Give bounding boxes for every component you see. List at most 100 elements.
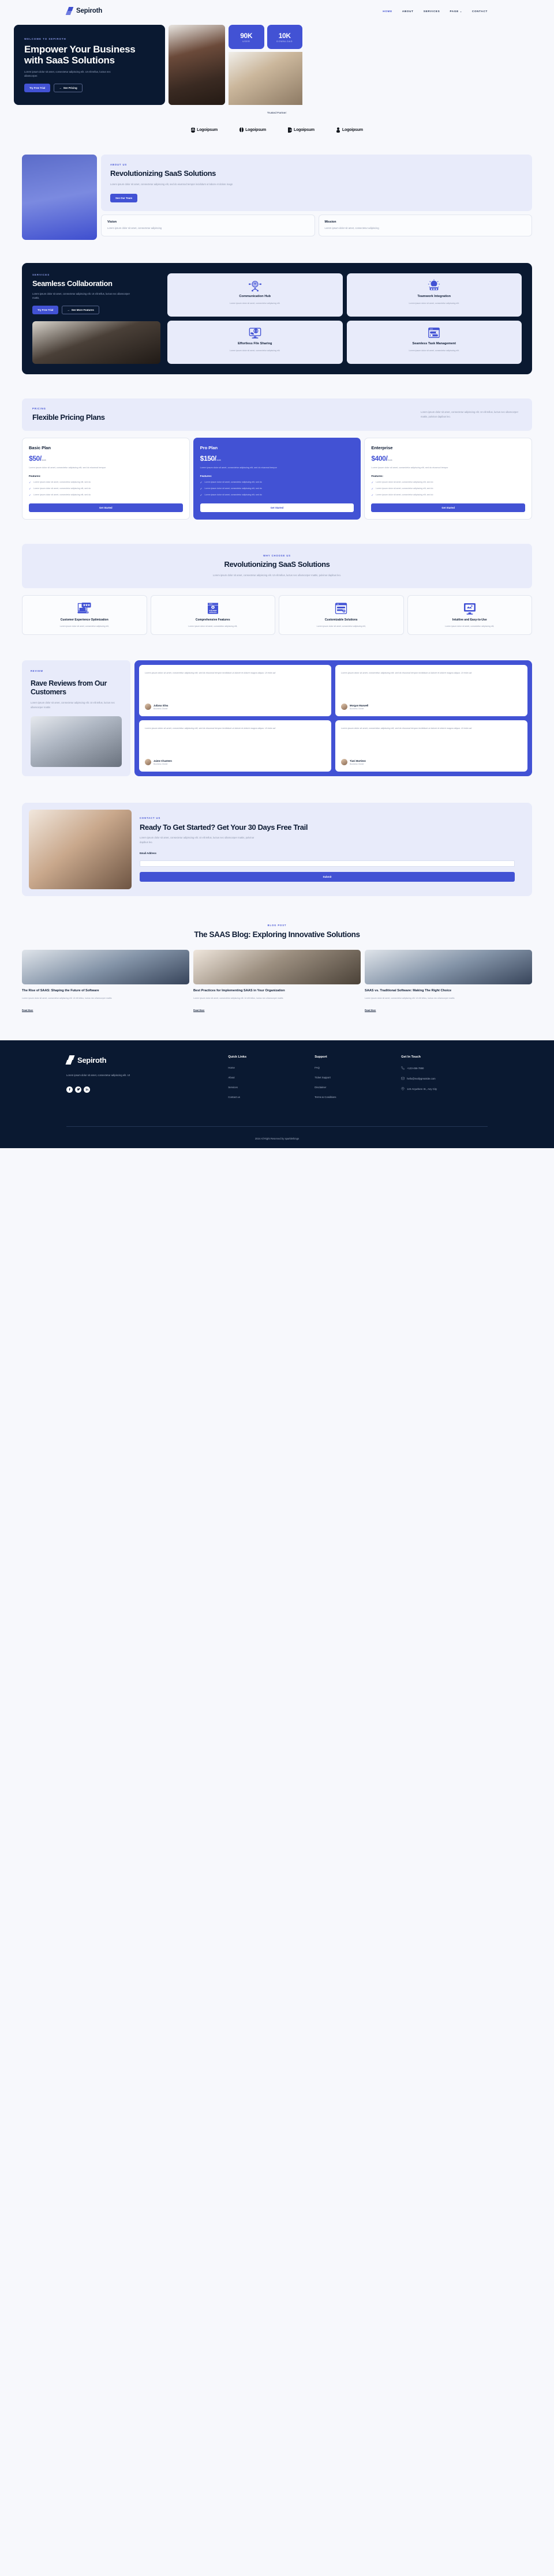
read-more-link[interactable]: Read More bbox=[365, 1009, 376, 1011]
footer-brand-block: Sepiroth Lorem ipsum dolor sit amet, con… bbox=[65, 1055, 228, 1105]
nav-item-home[interactable]: HOME bbox=[383, 10, 392, 13]
logo-mark-3-icon bbox=[288, 127, 292, 133]
why-title: Revolutionizing SaaS Solutions bbox=[224, 560, 330, 569]
testimonial-card: Lorem ipsum dolor sit amet, consectetur … bbox=[335, 665, 527, 717]
reviews-body: Lorem ipsum dolor sit amet, consectetur … bbox=[31, 701, 115, 709]
service-card-communication-hub[interactable]: Communication Hub Lorem ipsum dolor sit … bbox=[167, 273, 343, 317]
services-eyebrow: SERVICES bbox=[32, 273, 50, 276]
footer-link-about[interactable]: About bbox=[228, 1076, 315, 1079]
plan-feature: ✓ Lorem ipsum dolor sit amet, consectetur… bbox=[29, 487, 91, 491]
why-choose-us-band: WHY CHOOSE US Revolutionizing SaaS Solut… bbox=[22, 544, 532, 588]
hero-see-pricing-button[interactable]: → See Pricing bbox=[54, 83, 83, 92]
blog-post-card[interactable]: SAAS vs. Traditional Software: Making Th… bbox=[365, 950, 532, 1014]
mail-icon bbox=[401, 1077, 405, 1080]
location-icon bbox=[401, 1087, 405, 1090]
brand-name: Sepiroth bbox=[76, 7, 103, 14]
hero-section: WELCOME TO SEPIROTH Empower Your Busines… bbox=[0, 25, 554, 105]
service-card-effortless-file-sharing[interactable]: Effortless File Sharing Lorem ipsum dolo… bbox=[167, 320, 343, 364]
hero-eyebrow: WELCOME TO SEPIROTH bbox=[24, 37, 66, 40]
reviews-eyebrow: REVIEW bbox=[31, 670, 43, 673]
about-photo-woman-laptop bbox=[22, 154, 97, 240]
nav-item-page[interactable]: PAGE ⌄ bbox=[450, 10, 462, 13]
stat-card-downloads: 10K DOWNLOAD bbox=[267, 25, 302, 49]
footer-phone[interactable]: +123-456-7890 bbox=[401, 1066, 488, 1070]
footer-link-faq[interactable]: FAQ bbox=[315, 1066, 401, 1069]
why-card-customer-experience[interactable]: Customer Experience Optimization Lorem i… bbox=[22, 595, 147, 635]
pricing-title: Flexible Pricing Plans bbox=[32, 412, 105, 422]
about-card-vision: Vision Lorem ipsum dolor sit amet, conse… bbox=[101, 215, 315, 236]
settings-panel-icon bbox=[207, 603, 218, 614]
facebook-icon[interactable] bbox=[66, 1086, 73, 1093]
pro-get-started-button[interactable]: Get Started bbox=[200, 503, 354, 513]
services-buttons: Try Free Trial → See More Features bbox=[32, 305, 160, 314]
services-copy: SERVICES Seamless Collaboration Lorem ip… bbox=[32, 273, 160, 364]
contact-section: CONTACT US Ready To Get Started? Get You… bbox=[22, 803, 532, 897]
footer-link-contact-us[interactable]: Contact us bbox=[228, 1096, 315, 1099]
nav-item-contact[interactable]: CONTACT bbox=[472, 10, 488, 13]
blog-eyebrow: BLOG POST bbox=[267, 924, 287, 927]
services-body: Lorem ipsum dolor sit amet, consectetur … bbox=[32, 292, 130, 300]
partner-logo-1: Logoipsum bbox=[191, 127, 218, 133]
footer-email[interactable]: hello@reallygreatsite.com bbox=[401, 1077, 488, 1080]
contact-eyebrow: CONTACT US bbox=[140, 817, 161, 820]
nav-item-services[interactable]: SERVICES bbox=[424, 10, 440, 13]
footer-address[interactable]: 123 Anywhere St., Any City bbox=[401, 1087, 488, 1090]
footer-link-terms[interactable]: Terms & Conditions bbox=[315, 1096, 401, 1099]
about-subcards: Vision Lorem ipsum dolor sit amet, conse… bbox=[101, 215, 532, 236]
logo-mark-4-icon bbox=[336, 127, 340, 133]
nav-item-about[interactable]: ABOUT bbox=[402, 10, 414, 13]
email-field-label: Email Address bbox=[140, 851, 156, 855]
hero-photo-woman-smiling bbox=[169, 25, 225, 105]
why-card-intuitive-easy-to-use[interactable]: Intuitive and Easy-to-Use Lorem ipsum do… bbox=[407, 595, 532, 635]
avatar bbox=[145, 704, 151, 710]
reviews-photo-woman-standing bbox=[31, 716, 122, 768]
about-section: ABOUT US Revolutionizing SaaS Solutions … bbox=[0, 154, 554, 240]
footer-link-services[interactable]: Services bbox=[228, 1086, 315, 1089]
see-more-features-button[interactable]: → See More Features bbox=[62, 305, 99, 314]
reviews-title: Rave Reviews from Our Customers bbox=[31, 679, 107, 697]
why-card-customizable-solutions[interactable]: Customizable Solutions Lorem ipsum dolor… bbox=[279, 595, 404, 635]
read-more-link[interactable]: Read More bbox=[22, 1009, 33, 1011]
copyright-text: 2024 All Right Reserved by sparklethings bbox=[254, 1137, 300, 1140]
why-card-comprehensive-features[interactable]: Comprehensive Features Lorem ipsum dolor… bbox=[150, 595, 275, 635]
gears-window-icon bbox=[335, 603, 347, 614]
trusted-partner-label: Trusted Partner: bbox=[267, 111, 287, 115]
hero-stat-row: 90K USER 10K DOWNLOAD bbox=[229, 25, 302, 49]
plan-card-enterprise: Enterprise $400/Month Lorem ipsum dolor … bbox=[364, 437, 533, 520]
hero-try-free-trial-button[interactable]: Try Free Trial bbox=[24, 83, 51, 92]
pricing-cards: Basic Plan $50/Month Lorem ipsum dolor s… bbox=[0, 437, 554, 520]
avatar bbox=[341, 704, 347, 710]
footer-link-disclaimer[interactable]: Disclaimer bbox=[315, 1086, 401, 1089]
footer-link-ticket-support[interactable]: Ticket Support bbox=[315, 1076, 401, 1079]
hero-stats-column: 90K USER 10K DOWNLOAD bbox=[229, 25, 302, 105]
code-monitor-icon bbox=[249, 328, 261, 339]
arrow-right-icon: → bbox=[67, 308, 70, 311]
phone-icon bbox=[401, 1066, 405, 1070]
brand-logo[interactable]: Sepiroth bbox=[65, 6, 103, 16]
footer-divider bbox=[66, 1126, 488, 1127]
twitter-icon[interactable] bbox=[75, 1086, 81, 1093]
plan-feature: ✓ Lorem ipsum dolor sit amet, consectetur… bbox=[200, 487, 262, 491]
linkedin-icon[interactable] bbox=[84, 1086, 90, 1093]
email-input[interactable] bbox=[140, 860, 515, 867]
service-card-seamless-task-management[interactable]: Seamless Task Management Lorem ipsum dol… bbox=[346, 320, 522, 364]
network-hub-icon bbox=[248, 280, 261, 292]
basic-get-started-button[interactable]: Get Started bbox=[29, 503, 183, 513]
footer-logo[interactable]: Sepiroth bbox=[65, 1055, 228, 1065]
top-navigation: Sepiroth HOME ABOUT SERVICES PAGE ⌄ CONTA… bbox=[0, 0, 554, 22]
hero-photo-team-meeting bbox=[229, 52, 302, 105]
footer-link-home[interactable]: Home bbox=[228, 1066, 315, 1069]
services-cards-grid: Communication Hub Lorem ipsum dolor sit … bbox=[167, 273, 522, 364]
about-body: Lorem ipsum dolor sit amet, consectetur … bbox=[110, 182, 233, 186]
submit-button[interactable]: Submit bbox=[140, 871, 515, 882]
avatar bbox=[341, 759, 347, 766]
hero-buttons: Try Free Trial → See Pricing bbox=[24, 83, 155, 92]
enterprise-get-started-button[interactable]: Get Started bbox=[371, 503, 526, 513]
social-links bbox=[66, 1086, 228, 1093]
services-try-free-trial-button[interactable]: Try Free Trial bbox=[32, 305, 59, 314]
blog-post-card[interactable]: The Rise of SAAS: Shaping the Future of … bbox=[22, 950, 189, 1014]
see-our-team-button[interactable]: See Our Team bbox=[110, 194, 138, 203]
blog-post-card[interactable]: Best Practices for Implementing SAAS in … bbox=[193, 950, 361, 1014]
read-more-link[interactable]: Read More bbox=[193, 1009, 204, 1011]
service-card-teamwork-integration[interactable]: Teamwork Integration Lorem ipsum dolor s… bbox=[346, 273, 522, 317]
